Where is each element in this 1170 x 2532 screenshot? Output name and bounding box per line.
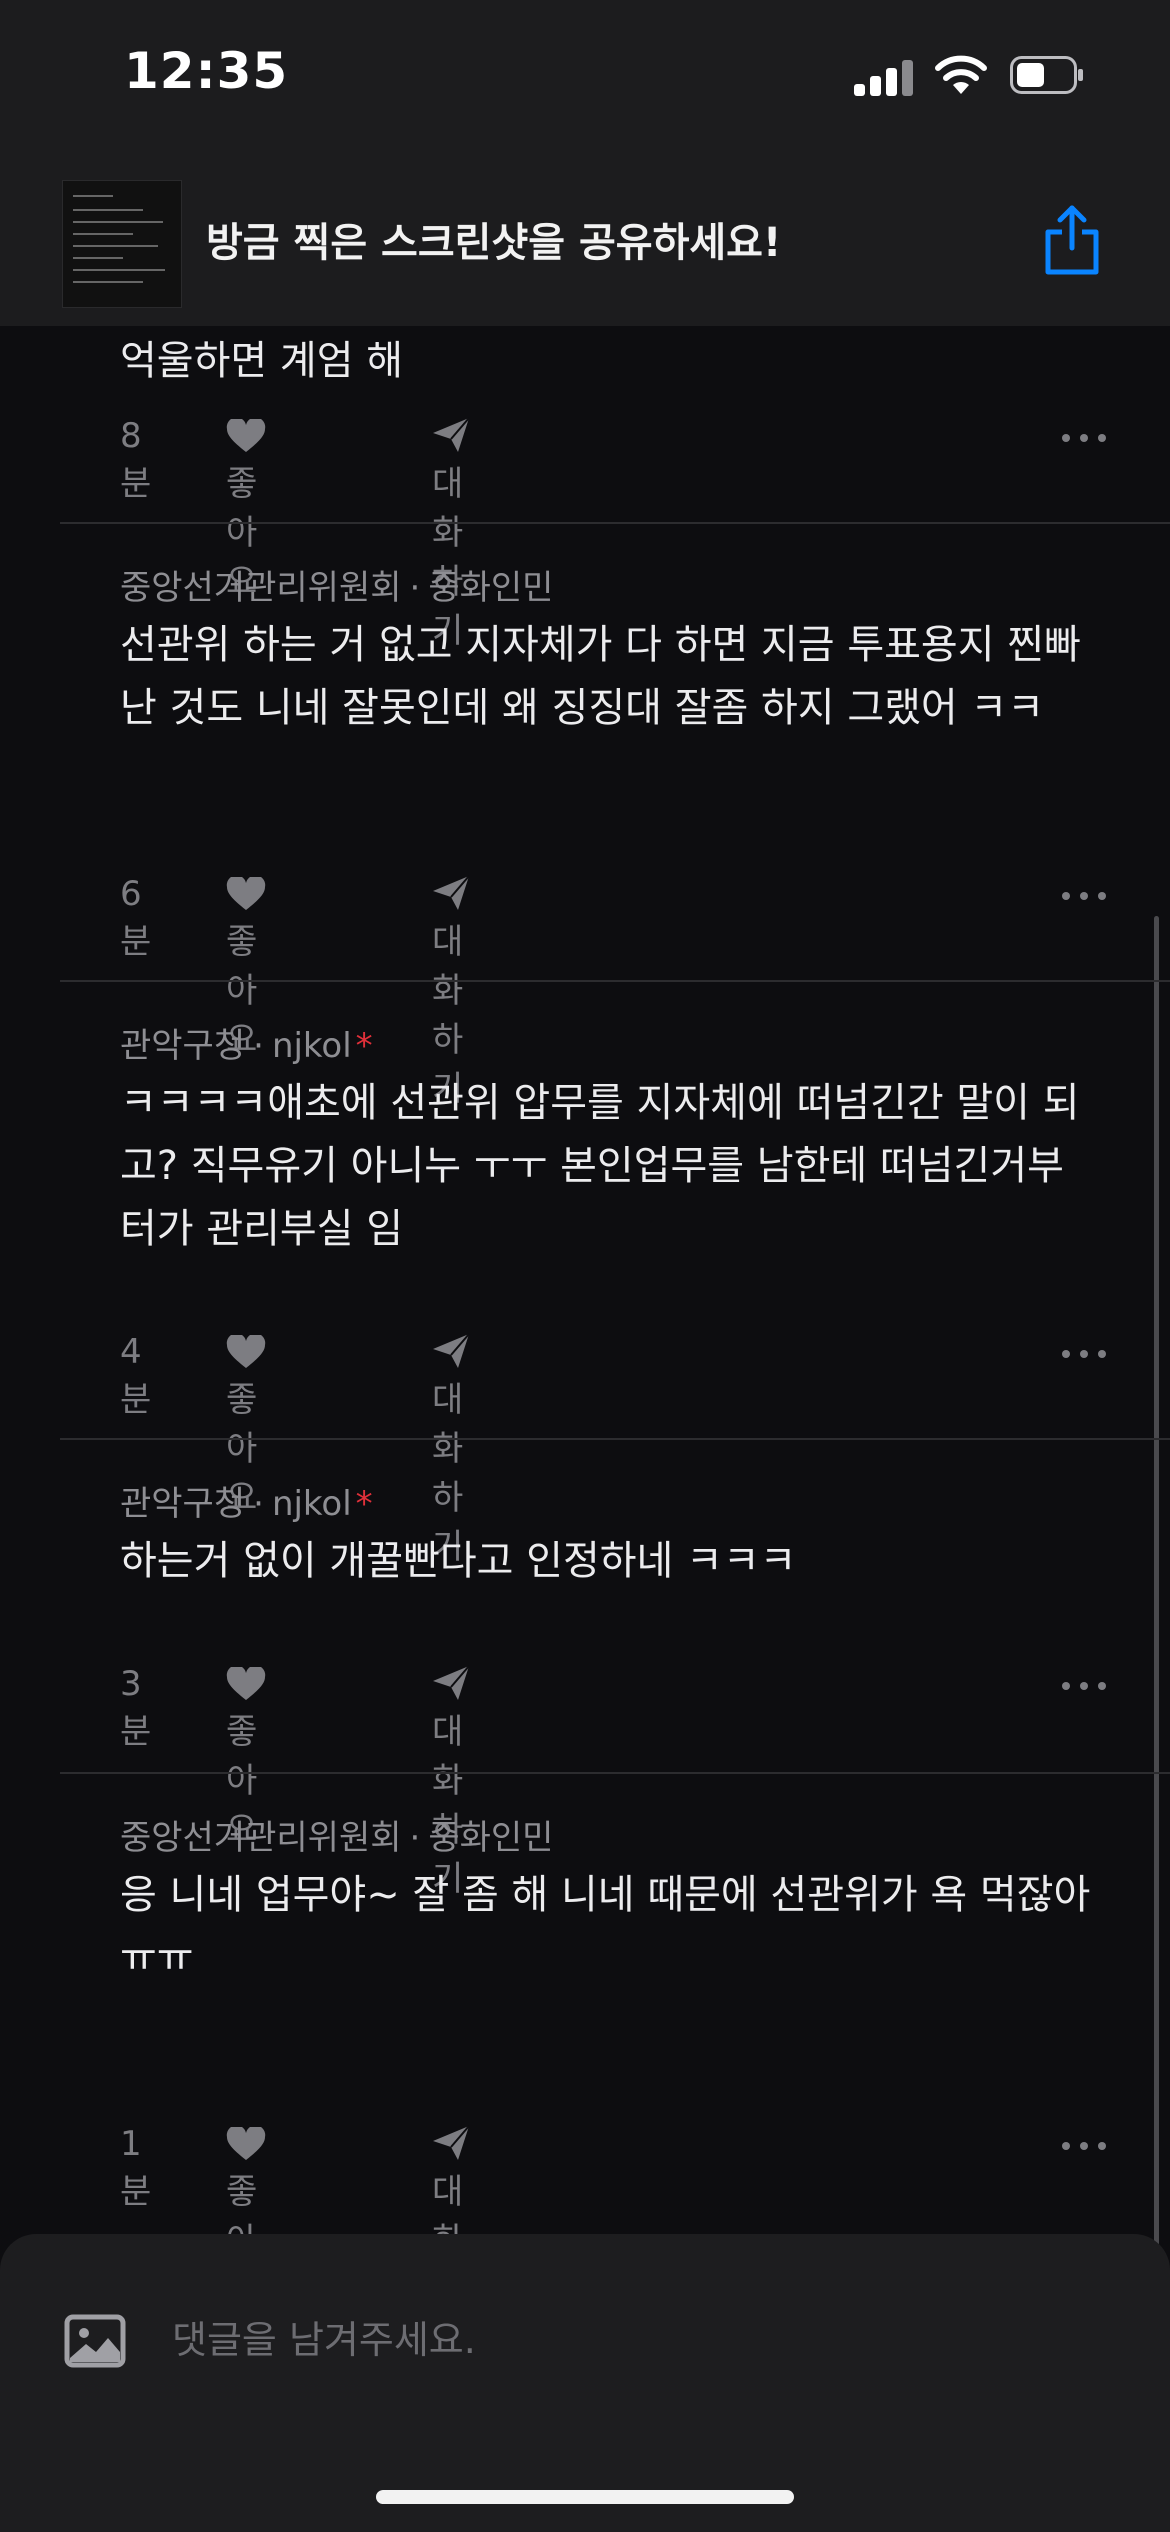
comment-tag: 중화인민: [428, 1818, 554, 1858]
comment-author[interactable]: 중앙선거관리위원회: [120, 568, 402, 608]
comment-tag: njkol: [271, 1026, 352, 1066]
paper-plane-icon: [433, 1665, 470, 1700]
comment-tag: 중화인민: [428, 568, 554, 608]
status-time: 12:35: [124, 42, 289, 100]
more-icon[interactable]: [1062, 428, 1108, 448]
more-icon[interactable]: [1062, 1344, 1108, 1364]
comment-meta: 중앙선거관리위원회 · 중화인민: [120, 1818, 554, 1858]
more-icon[interactable]: [1062, 886, 1108, 906]
comment-composer: [0, 2234, 1170, 2532]
divider: [60, 522, 1170, 524]
heart-icon: [226, 2125, 266, 2160]
comment-meta: 관악구청 · njkol *: [120, 1026, 373, 1066]
signal-icon: [854, 58, 914, 96]
share-icon[interactable]: [1042, 200, 1102, 280]
status-bar: 12:35: [0, 0, 1170, 160]
comment-time: 6분: [120, 874, 152, 962]
paper-plane-icon: [433, 417, 470, 452]
banner-title: 방금 찍은 스크린샷을 공유하세요!: [206, 220, 782, 266]
paper-plane-icon: [433, 875, 470, 910]
comment-time: 3분: [120, 1664, 152, 1752]
comment-time: 1분: [120, 2124, 152, 2212]
comment-body: 억울하면 계엄 해: [120, 338, 404, 384]
wifi-icon: [935, 55, 987, 94]
mention-star: *: [355, 1484, 373, 1524]
screenshot-thumbnail[interactable]: [62, 180, 182, 308]
comment-time: 8분: [120, 416, 152, 504]
comment-input[interactable]: [170, 2304, 1074, 2376]
comment-meta: 중앙선거관리위원회 · 중화인민: [120, 568, 554, 608]
screenshot-share-banner: 방금 찍은 스크린샷을 공유하세요!: [0, 160, 1170, 326]
battery-icon: [1010, 56, 1083, 94]
comment-body: ㅋㅋㅋㅋ애초에 선관위 압무를 지자체에 떠넘긴간 말이 되고? 직무유기 아니…: [120, 1080, 1080, 1252]
comment-author[interactable]: 중앙선거관리위원회: [120, 1818, 402, 1858]
comment-time: 4분: [120, 1332, 152, 1420]
comment-body: 응 니네 업무야~ 잘 좀 해 니네 때문에 선관위가 욕 먹잖아 ㅠㅠ: [120, 1872, 1091, 1981]
heart-icon: [226, 417, 266, 452]
heart-icon: [226, 1665, 266, 1700]
more-icon[interactable]: [1062, 2136, 1108, 2156]
divider: [60, 980, 1170, 982]
paper-plane-icon: [433, 2125, 470, 2160]
divider: [60, 1438, 1170, 1440]
comment-body: 하는거 없이 개꿀빤다고 인정하네 ㅋㅋㅋ: [120, 1538, 797, 1584]
heart-icon: [226, 1333, 266, 1368]
home-indicator[interactable]: [376, 2490, 794, 2504]
more-icon[interactable]: [1062, 1676, 1108, 1696]
comment-author[interactable]: 관악구청: [120, 1484, 245, 1524]
comment-tag: njkol: [271, 1484, 352, 1524]
comment-body: 선관위 하는 거 없고 지자체가 다 하면 지금 투표용지 찐빠난 것도 니네 …: [120, 622, 1081, 731]
comment-meta: 관악구청 · njkol *: [120, 1484, 373, 1524]
heart-icon: [226, 875, 266, 910]
divider: [60, 1772, 1170, 1774]
scrollbar[interactable]: [1154, 916, 1159, 2246]
image-icon[interactable]: [64, 2314, 126, 2368]
comment-author[interactable]: 관악구청: [120, 1026, 245, 1066]
paper-plane-icon: [433, 1333, 470, 1368]
mention-star: *: [355, 1026, 373, 1066]
